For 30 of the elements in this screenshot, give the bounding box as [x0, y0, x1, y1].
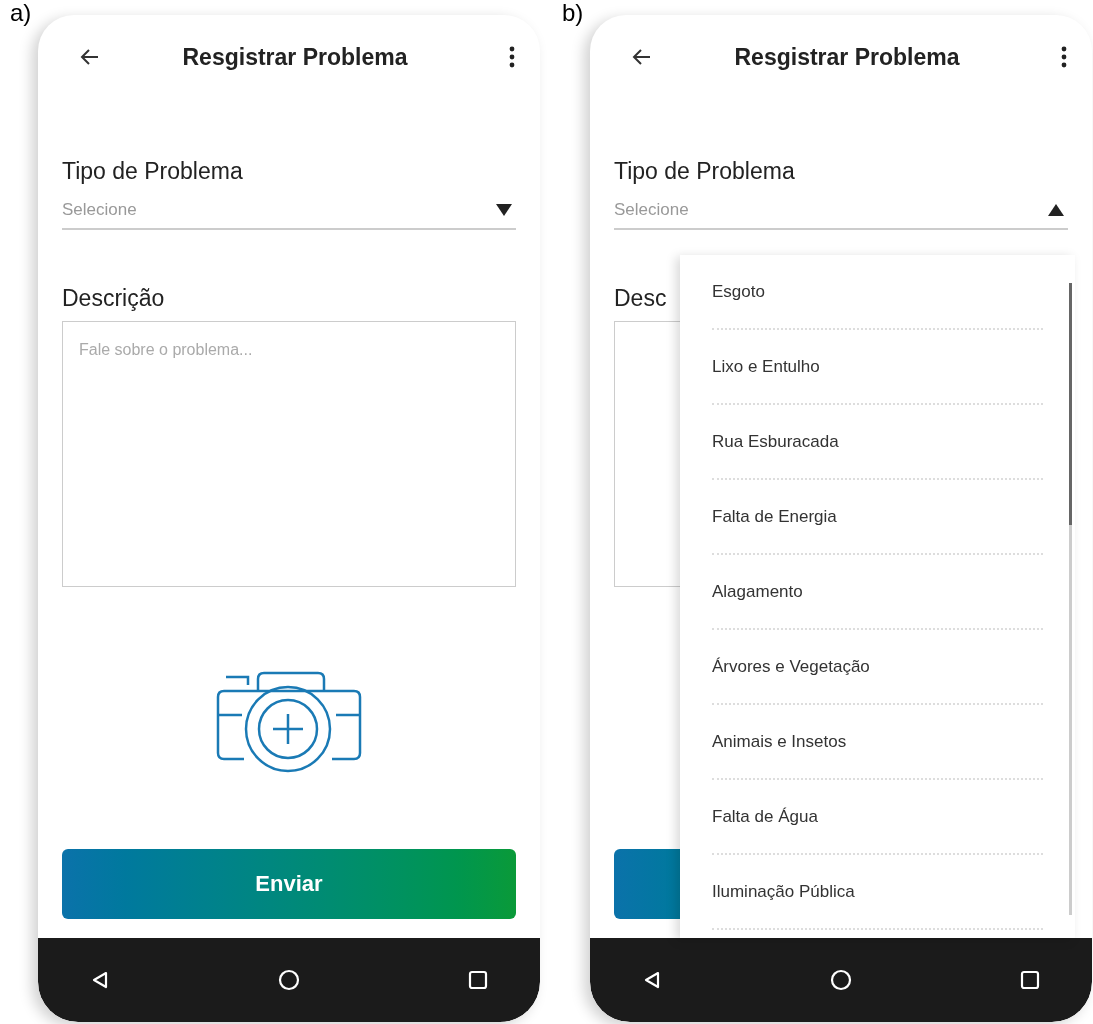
home-icon[interactable] — [830, 969, 852, 991]
dropdown-option[interactable]: Iluminação Pública — [712, 855, 1043, 930]
more-options-icon[interactable] — [508, 46, 516, 68]
dropdown-option[interactable]: Falta de Água — [712, 780, 1043, 855]
field-label: Tipo de Problema — [614, 157, 796, 186]
back-icon[interactable] — [642, 970, 662, 990]
dropdown-option[interactable]: Rua Esburacada — [712, 405, 1043, 480]
submit-button[interactable]: Enviar — [62, 848, 516, 919]
panel-label: a) — [10, 1, 32, 25]
description-field[interactable]: Fale sobre o problema... — [62, 320, 516, 587]
panel-label: b) — [562, 1, 584, 25]
scrollbar[interactable] — [1069, 283, 1072, 915]
caret-up-icon — [1048, 203, 1064, 216]
recents-icon[interactable] — [468, 970, 488, 990]
dropdown-option[interactable]: Falta de Energia — [712, 480, 1043, 555]
screen-title: Resgistrar Problema — [734, 42, 960, 72]
dropdown-option[interactable]: Árvores e Vegetação — [712, 630, 1043, 705]
dropdown-option[interactable]: Animais e Insetos — [712, 705, 1043, 780]
dropdown-option[interactable]: Esgoto — [712, 255, 1043, 330]
caret-down-icon — [496, 203, 512, 216]
screen-title: Resgistrar Problema — [182, 42, 408, 72]
field-label: Desc — [614, 283, 667, 313]
recents-icon[interactable] — [1020, 970, 1040, 990]
back-icon[interactable] — [90, 970, 110, 990]
dropdown-option[interactable]: Lixo e Entulho — [712, 330, 1043, 405]
more-options-icon[interactable] — [1060, 46, 1068, 68]
field-label: Descrição — [62, 283, 165, 313]
dropdown-option[interactable]: Alagamento — [712, 555, 1043, 630]
home-icon[interactable] — [278, 969, 300, 991]
field-label: Tipo de Problema — [62, 157, 244, 186]
